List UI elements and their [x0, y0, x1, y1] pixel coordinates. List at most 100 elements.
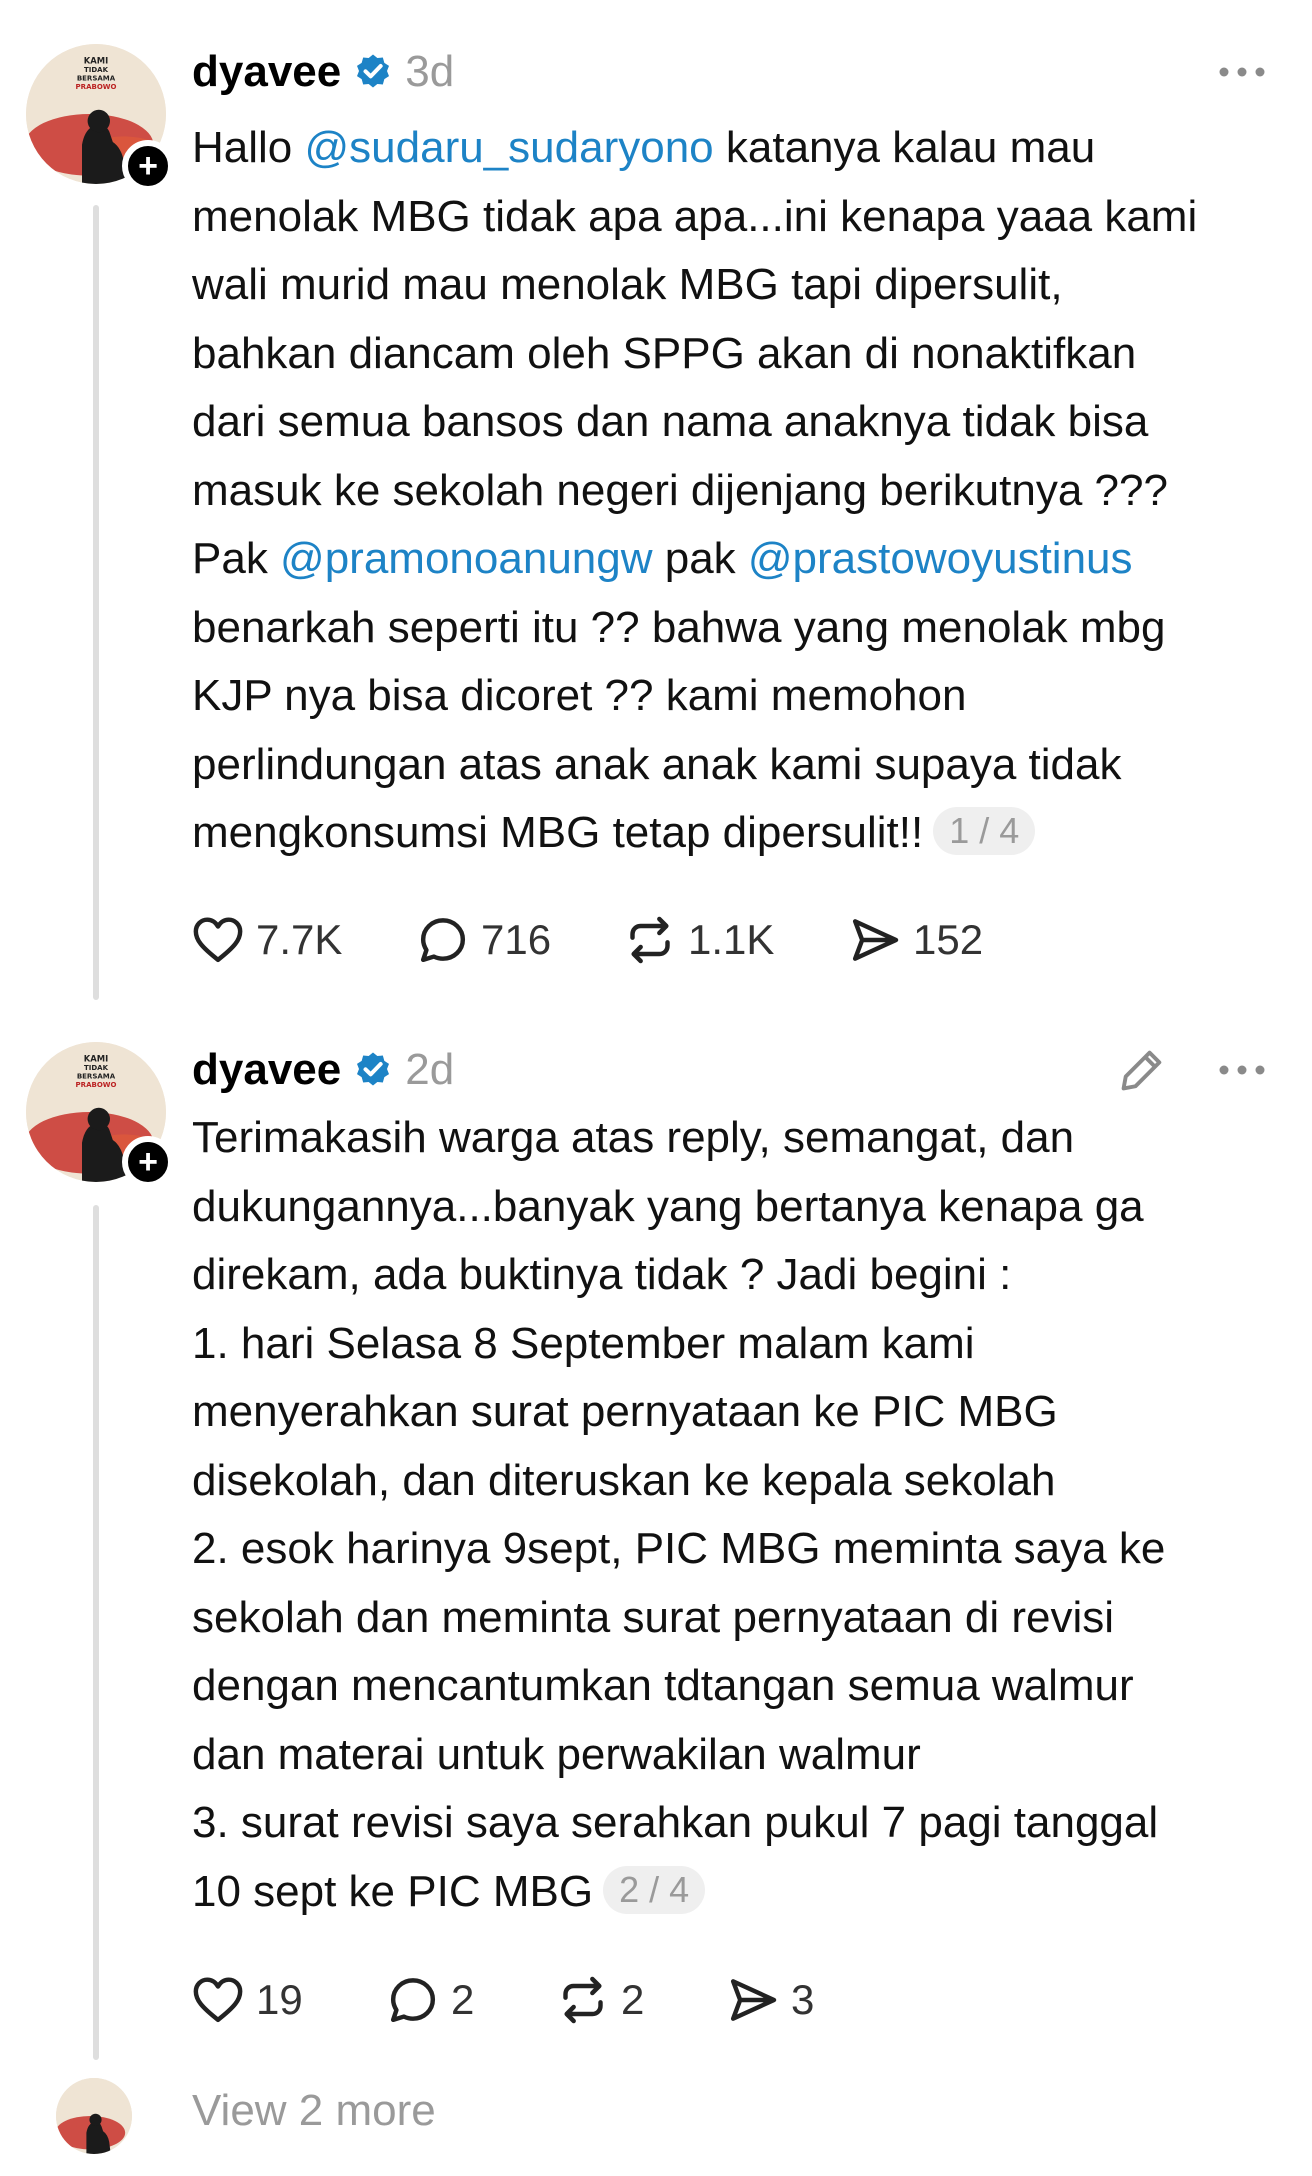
text-segment: benarkah seperti itu ?? bahwa yang menol… — [192, 602, 1166, 652]
verified-badge-icon — [357, 1052, 390, 1086]
thread-page-indicator: 2 / 4 — [603, 1865, 706, 1914]
post-text-line: dengan mencantumkan tdtangan semua walmu… — [192, 1652, 1272, 1721]
post-text-line: KJP nya bisa dicoret ?? kami memohon — [192, 662, 1272, 731]
text-segment: mengkonsumsi MBG tetap dipersulit!! — [192, 808, 924, 857]
share-count: 152 — [913, 916, 984, 963]
post-header: dyavee 3d — [192, 42, 454, 102]
timestamp: 3d — [405, 47, 455, 96]
avatar-poster-line: PRABOWO — [76, 83, 117, 91]
avatar-poster-line: TIDAK — [84, 66, 109, 74]
like-button[interactable]: 19 — [190, 1972, 385, 2028]
text-segment: dan materai untuk perwakilan walmur — [192, 1729, 921, 1779]
thread-page-indicator: 1 / 4 — [933, 807, 1036, 855]
post-actions: 7.7K 716 1.1K 152 — [190, 910, 983, 970]
avatar-poster-line: BERSAMA — [77, 1072, 116, 1080]
send-icon — [730, 1979, 777, 2021]
post-text-line: 1. hari Selasa 8 September malam kami — [192, 1310, 1272, 1379]
post-header: dyavee 2d — [192, 1040, 454, 1100]
post-text-line: dan materai untuk perwakilan walmur — [192, 1721, 1272, 1790]
reply-count: 716 — [481, 916, 552, 963]
repost-count: 2 — [621, 1976, 645, 2023]
send-icon — [852, 919, 899, 961]
post-text-line: perlindungan atas anak anak kami supaya … — [192, 731, 1272, 800]
mention-link[interactable]: @sudaru_sudaryono — [305, 123, 714, 172]
text-segment: perlindungan atas anak anak kami supaya … — [192, 739, 1122, 789]
text-segment: disekolah, dan diteruskan ke kepala seko… — [192, 1455, 1056, 1505]
text-segment: dari semua bansos dan nama anaknya tidak… — [192, 397, 1149, 446]
like-button[interactable]: 7.7K — [190, 912, 415, 968]
share-button[interactable]: 152 — [847, 912, 983, 968]
username[interactable]: dyavee — [192, 47, 341, 97]
avatar-poster-line: KAMI — [84, 56, 108, 66]
text-segment: katanya kalau mau — [713, 123, 1096, 172]
text-segment: dengan mencantumkan tdtangan semua walmu… — [192, 1661, 1134, 1710]
like-count: 19 — [256, 1976, 303, 2023]
repost-button[interactable]: 1.1K — [622, 912, 847, 968]
post-text-line: mengkonsumsi MBG tetap dipersulit!! 1 / 4 — [192, 799, 1272, 868]
thread-line — [93, 205, 99, 1000]
post-text-line: wali murid mau menolak MBG tapi dipersul… — [192, 251, 1272, 320]
repost-count: 1.1K — [688, 916, 775, 963]
text-segment: Terimakasih warga atas reply, semangat, … — [192, 1113, 1075, 1162]
more-options-button[interactable] — [1212, 42, 1272, 102]
post-text-line: sekolah dan meminta surat pernyataan di … — [192, 1584, 1272, 1653]
thread-line — [93, 1205, 99, 2060]
post-text: Terimakasih warga atas reply, semangat, … — [192, 1104, 1272, 1926]
heart-icon — [193, 1977, 243, 2023]
post-text: Hallo @sudaru_sudaryono katanya kalau ma… — [192, 114, 1272, 868]
timestamp: 2d — [405, 1045, 455, 1094]
text-segment: masuk ke sekolah negeri dijenjang beriku… — [192, 465, 1168, 515]
text-segment: wali murid mau menolak MBG tapi dipersul… — [192, 260, 1063, 309]
mention-link[interactable]: @prastowoyustinus — [748, 534, 1133, 583]
reply-button[interactable]: 2 — [385, 1972, 555, 2028]
text-segment: menolak MBG tidak apa apa...ini kenapa y… — [192, 191, 1198, 241]
heart-icon — [193, 917, 243, 963]
username[interactable]: dyavee — [192, 1045, 341, 1095]
reply-count: 2 — [451, 1976, 475, 2023]
plus-icon: + — [138, 147, 158, 185]
mention-link[interactable]: @pramonoanungw — [280, 534, 652, 583]
text-segment: Pak — [192, 534, 281, 583]
follow-plus-button[interactable]: + — [122, 140, 174, 192]
post-text-line: dukungannya...banyak yang bertanya kenap… — [192, 1173, 1272, 1242]
more-options-button[interactable] — [1212, 1040, 1272, 1100]
post-text-line: menolak MBG tidak apa apa...ini kenapa y… — [192, 183, 1272, 252]
post-text-line: 10 sept ke PIC MBG 2 / 4 — [192, 1858, 1272, 1927]
threads-page: KAMI TIDAK BERSAMA PRABOWO + dyavee 3d H… — [0, 0, 1312, 2176]
post-text-line: disekolah, dan diteruskan ke kepala seko… — [192, 1447, 1272, 1516]
edit-button[interactable] — [1112, 1040, 1172, 1100]
verified-badge-icon — [357, 54, 390, 88]
follow-plus-button[interactable]: + — [122, 1136, 174, 1188]
text-segment: 3. surat revisi saya serahkan pukul 7 pa… — [192, 1798, 1159, 1847]
post-text-line: Pak @pramonoanungw pak @prastowoyustinus — [192, 525, 1272, 594]
text-segment: sekolah dan meminta surat pernyataan di … — [192, 1592, 1115, 1642]
pencil-icon — [1121, 1050, 1162, 1091]
post-text-line: masuk ke sekolah negeri dijenjang beriku… — [192, 457, 1272, 526]
reply-button[interactable]: 716 — [415, 912, 622, 968]
share-count: 3 — [791, 1976, 815, 2023]
text-segment: dukungannya...banyak yang bertanya kenap… — [192, 1181, 1144, 1231]
repost-icon — [630, 916, 670, 964]
share-button[interactable]: 3 — [725, 1972, 814, 2028]
repost-button[interactable]: 2 — [555, 1972, 725, 2028]
text-segment: pak — [652, 534, 748, 583]
text-segment: KJP nya bisa dicoret ?? kami memohon — [192, 671, 967, 720]
view-more-link[interactable]: View 2 more — [192, 2086, 436, 2136]
post-text-line: menyerahkan surat pernyataan ke PIC MBG — [192, 1378, 1272, 1447]
text-segment: direkam, ada buktinya tidak ? Jadi begin… — [192, 1250, 1012, 1299]
post-text-line: 2. esok harinya 9sept, PIC MBG meminta s… — [192, 1515, 1272, 1584]
avatar-poster-line: TIDAK — [84, 1064, 109, 1072]
more-dots-icon — [1219, 67, 1265, 77]
text-segment: 2. esok harinya 9sept, PIC MBG meminta s… — [192, 1524, 1166, 1573]
post-text-line: Terimakasih warga atas reply, semangat, … — [192, 1104, 1272, 1173]
profile-poster-avatar-icon — [56, 2078, 132, 2154]
avatar-poster-line: BERSAMA — [77, 74, 116, 82]
repost-icon — [563, 1976, 603, 2024]
comment-icon — [390, 1978, 436, 2023]
view-more-row: View 2 more — [0, 2070, 1312, 2160]
post-text-line: benarkah seperti itu ?? bahwa yang menol… — [192, 594, 1272, 663]
plus-icon: + — [138, 1143, 158, 1181]
post-text-line: direkam, ada buktinya tidak ? Jadi begin… — [192, 1241, 1272, 1310]
post-text-line: bahkan diancam oleh SPPG akan di nonakti… — [192, 320, 1272, 389]
post-actions: 19 2 2 3 — [190, 1970, 814, 2030]
